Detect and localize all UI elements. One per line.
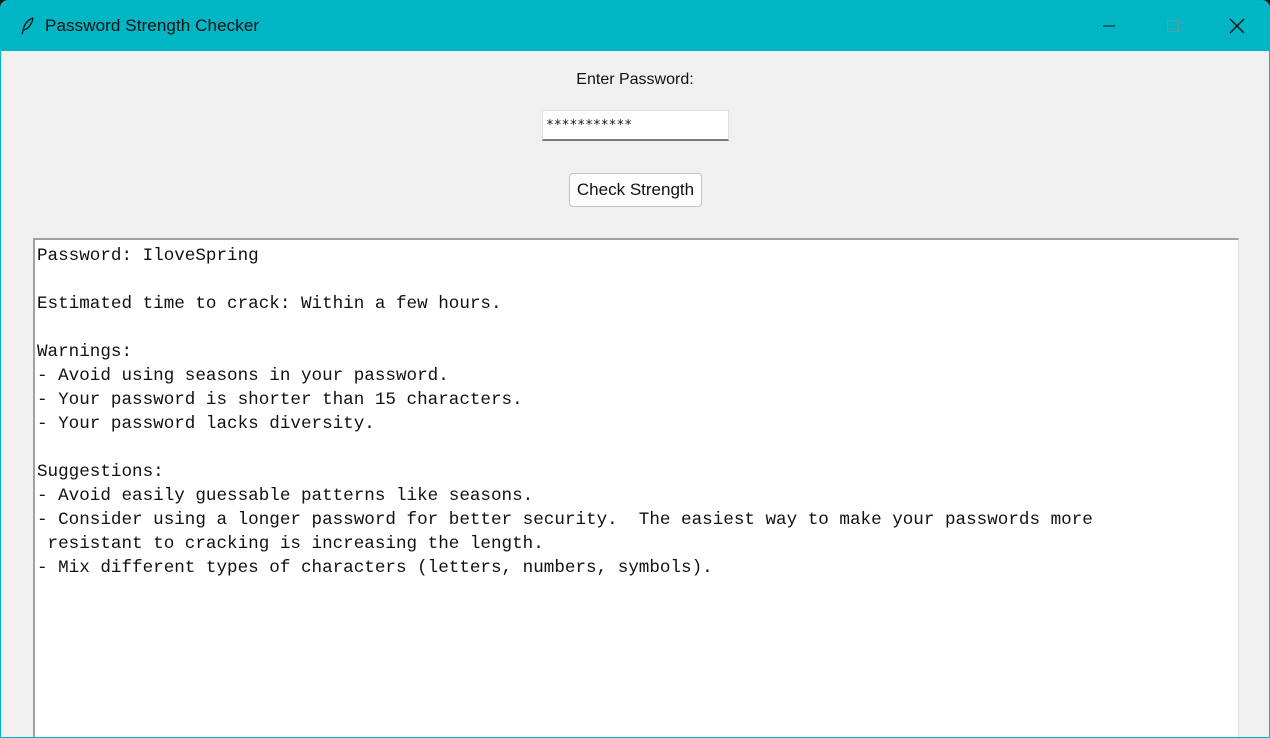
result-line: Warnings: bbox=[37, 342, 133, 362]
result-line: Suggestions: bbox=[37, 462, 164, 482]
close-icon bbox=[1229, 18, 1245, 34]
window-title: Password Strength Checker bbox=[45, 16, 260, 35]
result-line bbox=[37, 268, 1238, 292]
minimize-icon bbox=[1103, 25, 1115, 27]
result-line: - Avoid easily guessable patterns like s… bbox=[37, 486, 534, 506]
password-label: Enter Password: bbox=[576, 71, 694, 88]
result-line: - Mix different types of characters (let… bbox=[37, 558, 713, 578]
close-button[interactable] bbox=[1205, 1, 1269, 51]
result-line: Estimated time to crack: Within a few ho… bbox=[37, 294, 502, 314]
result-line: - Consider using a longer password for b… bbox=[37, 510, 1093, 530]
app-window: Password Strength Checker Enter Password… bbox=[0, 0, 1270, 738]
title-bar[interactable]: Password Strength Checker bbox=[1, 1, 1269, 51]
result-line bbox=[37, 436, 1238, 460]
password-input[interactable] bbox=[542, 110, 729, 141]
result-line: resistant to cracking is increasing the … bbox=[37, 534, 544, 554]
result-line: Password: IloveSpring bbox=[37, 246, 259, 266]
maximize-button[interactable] bbox=[1141, 1, 1205, 51]
check-strength-button[interactable]: Check Strength bbox=[569, 173, 702, 207]
minimize-button[interactable] bbox=[1077, 1, 1141, 51]
results-text-area[interactable]: Password: IloveSpring Estimated time to … bbox=[33, 238, 1239, 737]
result-line: - Your password is shorter than 15 chara… bbox=[37, 390, 523, 410]
maximize-icon bbox=[1167, 20, 1179, 32]
result-line: - Your password lacks diversity. bbox=[37, 414, 375, 434]
result-line bbox=[37, 316, 1238, 340]
feather-icon bbox=[19, 17, 37, 35]
window-controls bbox=[1077, 1, 1269, 51]
result-line: - Avoid using seasons in your password. bbox=[37, 366, 449, 386]
main-content: Enter Password: Check Strength Password:… bbox=[1, 51, 1269, 737]
